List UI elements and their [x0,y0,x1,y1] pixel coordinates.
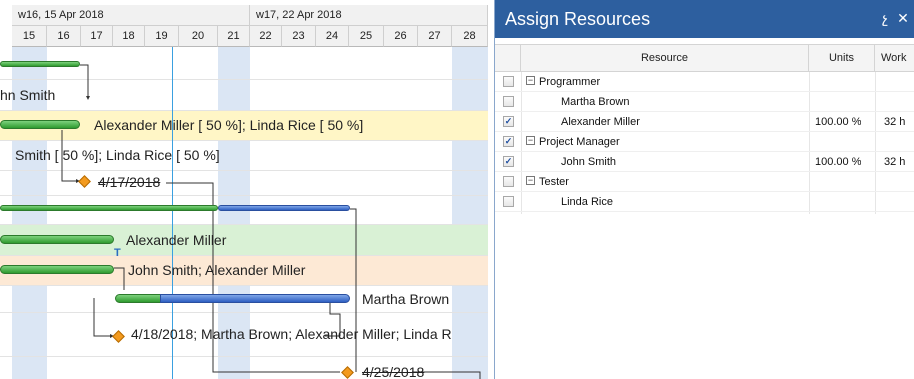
dependency-link [80,64,89,96]
summary-bar[interactable] [0,205,218,211]
resource-name: John Smith [561,156,617,168]
dependency-link [93,298,110,337]
column-header-resource[interactable]: Resource [521,44,809,72]
close-icon[interactable]: ✕ [896,0,910,36]
row-checkbox[interactable] [503,176,514,187]
row-checkbox-checked[interactable]: ✓ [503,156,514,167]
milestone-label: 4/25/2018 [362,364,425,379]
milestone-label: 4/17/2018 [98,174,161,190]
today-marker-icon: T [114,247,121,259]
row-checkbox[interactable] [503,76,514,87]
collapse-icon[interactable]: − [526,136,535,145]
task-bar[interactable] [0,235,114,244]
resource-row[interactable]: Martha Brown [495,92,914,112]
column-header-units[interactable]: Units [809,44,875,72]
task-label: Alexander Miller [ 50 %]; Linda Rice [ 5… [94,117,364,133]
task-label: Martha Brown [362,291,450,307]
task-bar-progress[interactable] [115,294,163,303]
milestone-label: 4/18/2018; Martha Brown; Alexander Mille… [131,326,452,342]
row-checkbox-checked[interactable]: ✓ [503,116,514,127]
task-bar[interactable] [0,120,80,129]
dependency-link [114,267,125,290]
resource-units[interactable]: 100.00 % [815,152,861,172]
task-label: Alexander Miller [126,232,227,248]
resource-name: Project Manager [539,136,620,148]
task-label: hn Smith [0,87,56,103]
resource-row[interactable]: − Tester [495,172,914,192]
resource-row[interactable]: − Programmer [495,72,914,92]
resource-work[interactable]: 32 h [884,152,905,172]
resource-row[interactable]: ✓ John Smith 100.00 % 32 h [495,152,914,172]
resource-row[interactable]: Linda Rice [495,192,914,212]
task-bar[interactable] [0,61,80,67]
resource-work[interactable]: 32 h [884,112,905,132]
summary-bar-remaining[interactable] [218,205,350,211]
assign-resources-panel: Assign Resources չ ✕ Resource Units Work… [494,0,914,379]
task-label: Smith [ 50 %]; Linda Rice [ 50 %] [15,147,220,163]
resource-name: Alexander Miller [561,116,640,128]
resource-name: Programmer [539,76,601,88]
task-bar[interactable] [0,265,114,274]
dependency-links [61,64,481,379]
row-checkbox-checked[interactable]: ✓ [503,136,514,147]
arrow-head [86,96,90,100]
panel-title: Assign Resources [495,0,914,38]
resource-row[interactable]: ✓ Alexander Miller 100.00 % 32 h [495,112,914,132]
resource-row[interactable]: ✓ − Project Manager [495,132,914,152]
panel-title-icons: չ ✕ [878,0,910,38]
row-checkbox[interactable] [503,96,514,107]
collapse-icon[interactable]: − [526,76,535,85]
pin-icon[interactable]: չ [878,0,892,36]
collapse-icon[interactable]: − [526,176,535,185]
resource-name: Tester [539,176,569,188]
task-bar-remaining[interactable] [160,294,350,303]
dependency-link [350,208,357,372]
resource-units[interactable]: 100.00 % [815,112,861,132]
task-label: John Smith; Alexander Miller [128,262,306,278]
checkbox-column-header [495,44,521,72]
column-header-work[interactable]: Work [875,44,914,72]
gantt-chart: w16, 15 Apr 2018 w17, 22 Apr 2018 15 16 … [0,0,488,379]
row-checkbox[interactable] [503,196,514,207]
resource-name: Linda Rice [561,196,613,208]
resource-name: Martha Brown [561,96,630,108]
